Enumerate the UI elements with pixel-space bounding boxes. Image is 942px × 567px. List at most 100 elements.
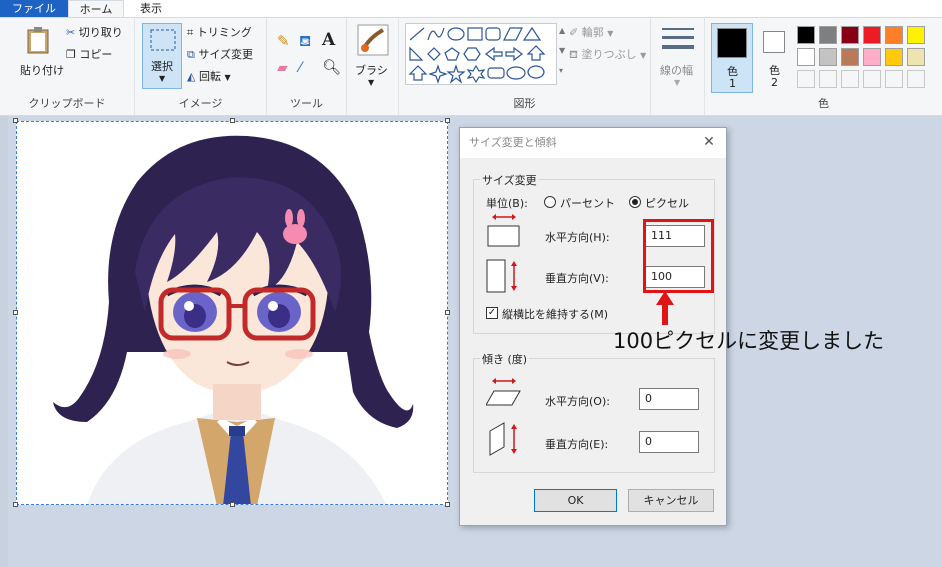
custom-color-slot[interactable]: [863, 70, 881, 88]
palette-swatch[interactable]: [841, 26, 859, 44]
keep-ratio-label[interactable]: 縦横比を維持する(M): [502, 306, 608, 322]
skew-h-input[interactable]: 0: [639, 388, 699, 410]
cancel-button[interactable]: キャンセル: [628, 489, 714, 512]
crop-label: トリミング: [196, 26, 252, 39]
skew-fieldset: 傾き (度) 水平方向(O): 0 垂直方向(E): 0: [473, 351, 715, 473]
unit-label: 単位(B):: [486, 197, 528, 210]
tools-group-label: ツール: [290, 97, 323, 110]
horizontal-label: 水平方向(H):: [545, 231, 610, 244]
tab-file[interactable]: ファイル: [0, 0, 68, 17]
select-label: 選択: [151, 60, 173, 73]
resize-button[interactable]: ⧉ サイズ変更: [187, 46, 253, 64]
gallery-expand-icon[interactable]: ▾: [559, 66, 563, 75]
keep-ratio-checkbox[interactable]: ✓: [486, 307, 498, 319]
cut-button[interactable]: ✂ 切り取り: [66, 24, 123, 42]
select-rect-icon: [150, 29, 176, 51]
paste-label: 貼り付け: [20, 64, 64, 77]
chevron-down-icon: ▼: [224, 73, 231, 82]
shapes-group-label: 図形: [513, 97, 536, 110]
palette-swatch[interactable]: [841, 48, 859, 66]
resize-icon: ⧉: [187, 48, 195, 61]
scroll-up-icon[interactable]: ▲: [559, 26, 565, 35]
color2-swatch: [763, 31, 785, 53]
custom-color-slot[interactable]: [907, 70, 925, 88]
palette-swatch[interactable]: [885, 48, 903, 66]
skew-h-label: 水平方向(O):: [545, 395, 610, 408]
magnifier-icon[interactable]: 🔍︎: [322, 58, 341, 76]
palette-swatch[interactable]: [907, 26, 925, 44]
palette-swatch[interactable]: [863, 48, 881, 66]
percent-radio[interactable]: [544, 196, 556, 208]
chevron-down-icon: ▼: [640, 51, 647, 60]
resize-handle-br[interactable]: [445, 502, 450, 507]
palette-swatch[interactable]: [797, 48, 815, 66]
palette-swatch[interactable]: [885, 26, 903, 44]
resize-handle-r[interactable]: [445, 310, 450, 315]
brush-button[interactable]: ブラシ ▼: [355, 24, 391, 94]
resize-handle-l[interactable]: [13, 310, 18, 315]
workspace-edge: [0, 116, 8, 567]
skew-v-input[interactable]: 0: [639, 431, 699, 453]
pencil-icon[interactable]: ✎: [277, 32, 290, 50]
custom-color-slot[interactable]: [841, 70, 859, 88]
vertical-skew-icon: [489, 422, 517, 456]
outline-button[interactable]: ✐ 輪郭 ▼: [569, 24, 613, 42]
crop-button[interactable]: ⌗ トリミング: [187, 24, 252, 42]
pixel-label[interactable]: ピクセル: [645, 195, 689, 211]
rotate-label: 回転: [198, 70, 221, 83]
skew-legend: 傾き (度): [480, 351, 530, 367]
color2-button[interactable]: 色 2: [759, 23, 791, 93]
custom-color-slot[interactable]: [797, 70, 815, 88]
palette-swatch[interactable]: [819, 26, 837, 44]
resize-handle-tr[interactable]: [445, 118, 450, 123]
resize-handle-bl[interactable]: [13, 502, 18, 507]
crop-icon: ⌗: [187, 26, 194, 39]
select-button[interactable]: 選択 ▼: [142, 23, 182, 89]
percent-label[interactable]: パーセント: [560, 195, 615, 211]
tab-view[interactable]: 表示: [130, 0, 172, 17]
shapes-group: ▲ ▼ ▾ ✐ 輪郭 ▼ ⛾ 塗りつぶし ▼ 図形: [399, 18, 651, 115]
fill-button[interactable]: ⛾ 塗りつぶし ▼: [569, 46, 646, 64]
color1-button[interactable]: 色 1: [711, 23, 753, 93]
palette-swatch[interactable]: [819, 48, 837, 66]
color2-number: 2: [771, 76, 778, 89]
color-picker-icon[interactable]: ⁄: [299, 60, 301, 76]
shapes-gallery[interactable]: [405, 23, 557, 85]
custom-color-slot[interactable]: [819, 70, 837, 88]
ribbon: 貼り付け ✂ 切り取り ❐ コピー クリップボード 選択 ▼ ⌗ トリミング ⧉…: [0, 17, 942, 116]
ribbon-tabs: ファイル ホーム 表示: [0, 0, 942, 17]
close-icon[interactable]: ✕: [702, 135, 716, 149]
custom-color-slot[interactable]: [885, 70, 903, 88]
horizontal-skew-icon: [486, 378, 521, 406]
brush-icon: [357, 24, 389, 56]
line-width-icon: [662, 28, 694, 49]
palette-swatch[interactable]: [863, 26, 881, 44]
pixel-radio[interactable]: [629, 196, 641, 208]
cut-label: 切り取り: [78, 26, 123, 39]
dialog-title: サイズ変更と傾斜: [460, 128, 726, 158]
eraser-icon[interactable]: ▰: [277, 60, 288, 76]
rotate-button[interactable]: ◭ 回転 ▼: [187, 68, 231, 86]
tools-group: ✎ ⛾ A ▰ ⁄ 🔍︎ ツール: [267, 18, 347, 115]
scroll-down-icon[interactable]: ▼: [559, 46, 565, 55]
vertical-resize-icon: [486, 259, 517, 293]
character-illustration: [53, 135, 414, 504]
fill-bucket-icon[interactable]: ⛾: [299, 32, 311, 52]
resize-handle-t[interactable]: [230, 118, 235, 123]
chevron-down-icon: ▼: [159, 74, 166, 83]
resize-handle-b[interactable]: [230, 502, 235, 507]
ok-button[interactable]: OK: [534, 489, 617, 512]
copy-button[interactable]: ❐ コピー: [66, 46, 112, 64]
up-arrow-icon: [656, 291, 674, 325]
rotate-icon: ◭: [187, 70, 196, 83]
drawing-canvas[interactable]: [16, 121, 448, 505]
text-tool-icon[interactable]: A: [322, 30, 335, 50]
paste-button[interactable]: 貼り付け: [14, 24, 64, 86]
resize-handle-tl[interactable]: [13, 118, 18, 123]
palette-swatch[interactable]: [797, 26, 815, 44]
clipboard-group-label: クリップボード: [28, 97, 106, 110]
palette-swatch[interactable]: [907, 48, 925, 66]
size-button[interactable]: 線の幅 ▼: [660, 26, 696, 92]
vertical-label: 垂直方向(V):: [545, 272, 609, 285]
tab-home[interactable]: ホーム: [68, 0, 124, 17]
